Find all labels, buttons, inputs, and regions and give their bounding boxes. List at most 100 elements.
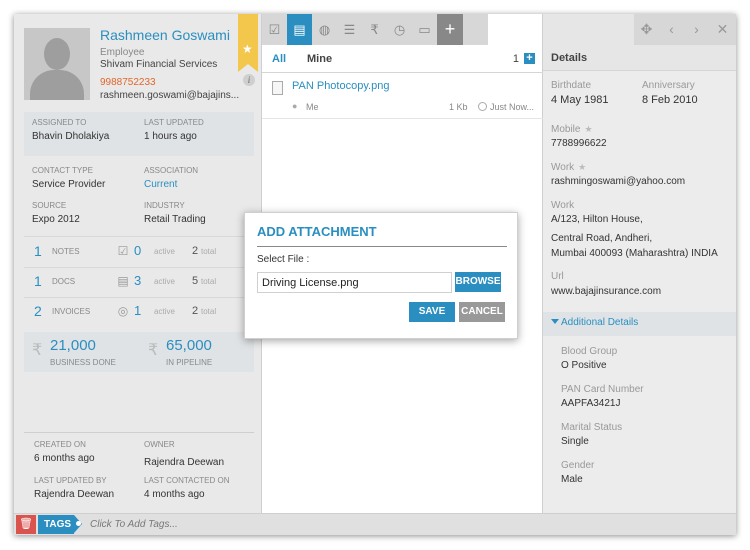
notes-active: 0 <box>134 243 142 258</box>
last-contacted-value: 4 months ago <box>144 489 205 500</box>
globe-icon[interactable]: ◍ <box>312 14 337 45</box>
gender-label: Gender <box>561 460 595 471</box>
pan-label: PAN Card Number <box>561 384 644 395</box>
contact-company: Shivam Financial Services <box>100 59 218 70</box>
list-item[interactable]: PAN Photocopy.png ● Me 1 Kb Just Now... <box>262 73 543 119</box>
tab-mine[interactable]: Mine <box>307 53 332 65</box>
rupee-icon: ₹ <box>148 342 159 359</box>
file-size: 1 Kb <box>449 102 468 112</box>
invoices-active: 1 <box>134 303 142 318</box>
add-attachment-button[interactable]: + <box>524 53 535 64</box>
gender-value: Male <box>561 474 583 485</box>
tags-button[interactable]: TAGS <box>38 515 82 534</box>
move-icon[interactable]: ✥ <box>634 14 659 45</box>
source-label: SOURCE <box>32 201 67 210</box>
work-email-label-row: Work ★ <box>551 162 586 173</box>
contact-type-value: Service Provider <box>32 179 106 190</box>
mobile-label: Mobile <box>551 124 581 135</box>
star-icon[interactable]: ★ <box>584 124 592 134</box>
work-email-label: Work <box>551 162 575 173</box>
anniversary-label: Anniversary <box>642 80 695 91</box>
marital-label: Marital Status <box>561 422 623 433</box>
assigned-to-label: ASSIGNED TO <box>32 118 87 127</box>
industry-value: Retail Trading <box>144 214 206 225</box>
tag-bar: 🗑 TAGS Click To Add Tags... <box>14 513 736 535</box>
invoices-label: INVOICES <box>52 307 91 316</box>
add-attachment-dialog: ADD ATTACHMENT Select File : BROWSE SAVE… <box>244 212 518 339</box>
mobile-label-row: Mobile ★ <box>551 124 593 135</box>
docs-active-label: active <box>154 277 175 286</box>
invoices-total-label: total <box>201 307 217 316</box>
document-icon[interactable]: ▤ <box>287 14 312 45</box>
history-icon[interactable]: ◷ <box>387 14 412 45</box>
dialog-divider <box>257 246 507 247</box>
created-on-label: CREATED ON <box>34 440 86 449</box>
notes-active-label: active <box>154 247 175 256</box>
association-value[interactable]: Current <box>144 179 177 190</box>
checklist-icon[interactable]: ☑ <box>262 14 287 45</box>
user-icon: ● <box>292 101 298 111</box>
docs-stat[interactable]: 1 DOCS ▤ 3 active 5 total <box>24 268 254 296</box>
last-updated-by-label: LAST UPDATED BY <box>34 476 107 485</box>
dialog-title: ADD ATTACHMENT <box>257 224 377 239</box>
invoices-total: 2 <box>192 305 199 317</box>
tab-all[interactable]: All <box>272 53 286 65</box>
save-button[interactable]: SAVE <box>409 302 455 322</box>
marital-value: Single <box>561 436 589 447</box>
mobile-value: 7788996622 <box>551 138 607 149</box>
contact-phone[interactable]: 9988752233 <box>100 77 156 88</box>
file-list-icon[interactable]: ☰ <box>337 14 362 45</box>
additional-details-title: Additional Details <box>561 317 639 328</box>
notes-total: 2 <box>192 245 199 257</box>
profile-block: CONTACT TYPE Service Provider ASSOCIATIO… <box>24 160 254 230</box>
last-updated-by-value: Rajendra Deewan <box>34 489 115 500</box>
file-path-input[interactable] <box>257 272 452 293</box>
industry-label: INDUSTRY <box>144 201 185 210</box>
notes-count: 1 <box>34 243 42 259</box>
star-icon[interactable]: ★ <box>578 162 586 172</box>
trash-icon[interactable]: 🗑 <box>16 515 36 534</box>
last-updated-label: LAST UPDATED <box>144 118 204 127</box>
info-icon[interactable]: i <box>243 74 255 86</box>
notes-total-label: total <box>201 247 217 256</box>
work-address-label: Work <box>551 200 575 211</box>
work-email-value[interactable]: rashmingoswami@yahoo.com <box>551 176 685 187</box>
chevron-right-icon[interactable]: › <box>684 14 709 45</box>
add-tags-input[interactable]: Click To Add Tags... <box>90 519 178 530</box>
invoices-count: 2 <box>34 303 42 319</box>
chat-icon[interactable]: ▭ <box>412 14 437 45</box>
work-address-line-2: Central Road, Andheri, <box>551 233 653 244</box>
file-tabs: All Mine 1 + <box>262 45 543 73</box>
business-done-label: BUSINESS DONE <box>50 358 116 367</box>
plus-icon[interactable]: + <box>437 14 463 45</box>
invoice-icon: ◎ <box>117 304 129 318</box>
assignment-block: ASSIGNED TO Bhavin Dholakiya LAST UPDATE… <box>24 112 254 156</box>
chevron-down-icon <box>551 319 559 324</box>
chevron-left-icon[interactable]: ‹ <box>659 14 684 45</box>
file-owner: Me <box>306 102 319 112</box>
cancel-button[interactable]: CANCEL <box>459 302 505 322</box>
birthdate-label: Birthdate <box>551 80 592 91</box>
file-name[interactable]: PAN Photocopy.png <box>292 80 389 92</box>
docs-active: 3 <box>134 273 142 288</box>
notes-stat[interactable]: 1 NOTES ☑ 0 active 2 total <box>24 238 254 266</box>
blood-group-value: O Positive <box>561 360 607 371</box>
invoices-stat[interactable]: 2 INVOICES ◎ 1 active 2 total <box>24 298 254 326</box>
briefcase-icon: ▤ <box>117 274 129 288</box>
favorite-bookmark[interactable]: ★ <box>238 14 258 72</box>
in-pipeline-label: IN PIPELINE <box>166 358 213 367</box>
anniversary-value: 8 Feb 2010 <box>642 94 698 106</box>
in-pipeline-amount: 65,000 <box>166 337 212 354</box>
browse-button[interactable]: BROWSE <box>455 272 501 292</box>
url-value[interactable]: www.bajajinsurance.com <box>551 286 661 297</box>
file-count: 1 <box>512 53 519 65</box>
assigned-to-value: Bhavin Dholakiya <box>32 131 110 142</box>
work-address-line-3: Mumbai 400093 (Maharashtra) INDIA <box>551 248 718 259</box>
additional-details-toggle[interactable]: Additional Details <box>543 312 736 336</box>
contact-email[interactable]: rashmeen.goswami@bajajins... <box>100 90 239 101</box>
close-icon[interactable]: ✕ <box>710 14 735 45</box>
rupee-icon[interactable]: ₹ <box>362 14 387 45</box>
tag-dot <box>76 521 81 526</box>
contact-type-label: CONTACT TYPE <box>32 166 93 175</box>
docs-label: DOCS <box>52 277 76 286</box>
